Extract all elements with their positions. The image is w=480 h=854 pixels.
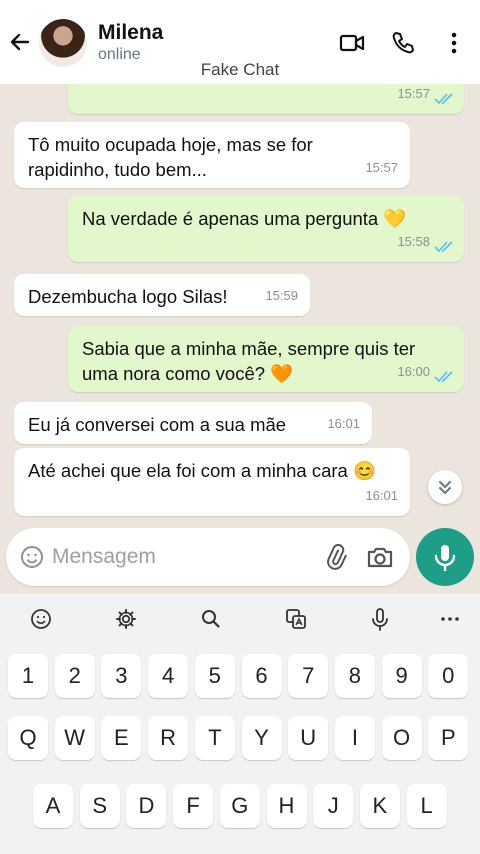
key-e[interactable]: E [101, 716, 142, 760]
message-time: 16:01 [327, 416, 360, 431]
key-u[interactable]: U [288, 716, 329, 760]
key-s[interactable]: S [79, 784, 120, 828]
message-text: Até achei que ela foi com a minha cara 😊 [28, 460, 376, 481]
emoji-icon[interactable] [20, 545, 44, 569]
key-q[interactable]: Q [8, 716, 48, 760]
message-input-placeholder[interactable]: Mensagem [52, 545, 156, 569]
message-incoming[interactable]: Até achei que ela foi com a minha cara 😊… [14, 448, 410, 516]
translate-icon[interactable] [279, 602, 313, 636]
key-h[interactable]: H [266, 784, 307, 828]
key-a[interactable]: A [33, 784, 73, 828]
key-f[interactable]: F [173, 784, 214, 828]
message-time: 15:57 [397, 86, 430, 101]
more-icon[interactable] [433, 602, 467, 636]
key-y[interactable]: Y [241, 716, 282, 760]
microphone-icon [434, 545, 456, 572]
double-chevron-down-icon [439, 481, 451, 495]
key-o[interactable]: O [381, 716, 422, 760]
key-t[interactable]: T [194, 716, 235, 760]
key-1[interactable]: 1 [8, 654, 48, 698]
message-composer[interactable]: Mensagem [6, 528, 410, 586]
key-d[interactable]: D [126, 784, 167, 828]
watermark-text: Fake Chat [200, 60, 280, 79]
camera-icon[interactable] [366, 544, 394, 570]
scroll-to-bottom-button[interactable] [428, 470, 462, 504]
voice-record-button[interactable] [416, 528, 474, 586]
message-text: Tô muito ocupada hoje, mas se for rapidi… [28, 134, 313, 180]
key-l[interactable]: L [406, 784, 447, 828]
video-call-icon[interactable] [339, 30, 365, 56]
message-time: 15:58 [397, 234, 430, 249]
attach-paperclip-icon[interactable] [322, 544, 348, 570]
key-g[interactable]: G [219, 784, 260, 828]
message-time: 16:00 [397, 364, 430, 379]
key-9[interactable]: 9 [381, 654, 422, 698]
contact-name[interactable]: Milena [98, 21, 163, 45]
key-0[interactable]: 0 [428, 654, 469, 698]
key-p[interactable]: P [428, 716, 469, 760]
on-screen-keyboard: 1234567890 QWERTYUIOP ASDFGHJKL [0, 594, 480, 854]
message-incoming[interactable]: Dezembucha logo Silas! 15:59 [14, 274, 310, 316]
message-outgoing[interactable]: 15:57 [68, 84, 464, 114]
back-arrow-icon[interactable] [8, 30, 32, 54]
message-incoming[interactable]: Eu já conversei com a sua mãe 16:01 [14, 402, 372, 444]
chat-message-list[interactable]: 15:57 Tô muito ocupada hoje, mas se for … [0, 84, 480, 520]
settings-gear-icon[interactable] [109, 602, 143, 636]
message-outgoing[interactable]: Sabia que a minha mãe, sempre quis ter u… [68, 326, 464, 392]
read-receipt-icon [434, 241, 453, 253]
key-w[interactable]: W [54, 716, 95, 760]
key-3[interactable]: 3 [101, 654, 142, 698]
key-r[interactable]: R [148, 716, 189, 760]
message-text: Eu já conversei com a sua mãe [28, 414, 287, 435]
key-j[interactable]: J [313, 784, 354, 828]
more-options-icon[interactable] [441, 30, 467, 56]
key-8[interactable]: 8 [334, 654, 375, 698]
read-receipt-icon [434, 371, 453, 383]
key-5[interactable]: 5 [194, 654, 235, 698]
message-text: Dezembucha logo Silas! [28, 286, 228, 307]
voice-call-icon[interactable] [390, 30, 416, 56]
key-i[interactable]: I [334, 716, 375, 760]
key-7[interactable]: 7 [288, 654, 329, 698]
key-k[interactable]: K [359, 784, 400, 828]
message-text: Na verdade é apenas uma pergunta 💛 [82, 208, 407, 229]
message-outgoing[interactable]: Na verdade é apenas uma pergunta 💛 15:58 [68, 196, 464, 262]
message-incoming[interactable]: Tô muito ocupada hoje, mas se for rapidi… [14, 122, 410, 188]
read-receipt-icon [434, 93, 453, 105]
key-4[interactable]: 4 [148, 654, 189, 698]
voice-input-icon[interactable] [363, 602, 397, 636]
emoji-icon[interactable] [24, 602, 58, 636]
search-icon[interactable] [194, 602, 228, 636]
message-time: 15:57 [365, 160, 398, 175]
message-time: 16:01 [365, 488, 398, 503]
key-6[interactable]: 6 [241, 654, 282, 698]
message-time: 15:59 [265, 288, 298, 303]
key-2[interactable]: 2 [54, 654, 95, 698]
